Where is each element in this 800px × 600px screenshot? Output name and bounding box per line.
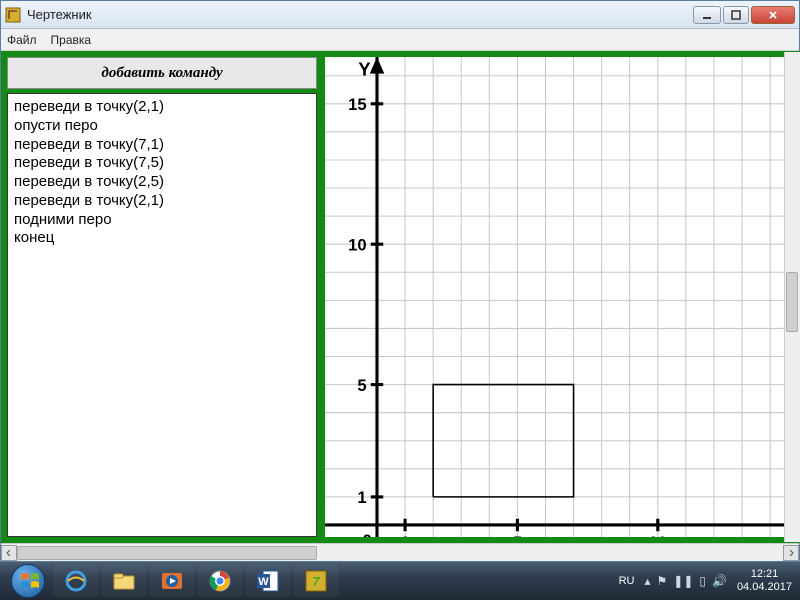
clock[interactable]: 12:21 04.04.2017 (737, 568, 792, 593)
svg-text:W: W (258, 576, 269, 588)
code-listing[interactable]: переведи в точку(2,1)опусти перопереведи… (7, 93, 317, 537)
svg-text:0: 0 (362, 531, 371, 537)
network-icon[interactable]: ❚❚ (673, 574, 693, 588)
titlebar[interactable]: Чертежник (1, 1, 799, 29)
close-button[interactable] (751, 6, 795, 24)
content-area: добавить команду переведи в точку(2,1)оп… (1, 51, 799, 543)
drawing-canvas[interactable]: Y1510151510150 (325, 57, 793, 537)
code-line: переведи в точку(7,1) (14, 136, 310, 155)
app-icon (5, 7, 21, 23)
scroll-track[interactable] (17, 545, 783, 561)
code-line: переведи в точку(7,5) (14, 154, 310, 173)
vertical-scrollbar[interactable] (784, 52, 800, 542)
taskbar-word-icon[interactable]: W (245, 565, 291, 597)
svg-text:1: 1 (400, 533, 409, 537)
taskbar-ie-icon[interactable] (53, 565, 99, 597)
code-line: переведи в точку(2,1) (14, 192, 310, 211)
start-button[interactable] (4, 563, 52, 599)
code-line: конец (14, 229, 310, 248)
tray-icons: ▴ ⚑ ❚❚ ▯ 🔊 (644, 574, 726, 588)
language-indicator[interactable]: RU (619, 575, 635, 587)
taskbar-explorer-icon[interactable] (101, 565, 147, 597)
add-command-button[interactable]: добавить команду (7, 57, 317, 89)
scroll-thumb[interactable] (17, 546, 317, 560)
taskbar-mediaplayer-icon[interactable] (149, 565, 195, 597)
svg-text:7: 7 (312, 574, 320, 589)
volume-icon[interactable]: 🔊 (712, 574, 727, 588)
clock-date: 04.04.2017 (737, 581, 792, 594)
code-line: переведи в точку(2,5) (14, 173, 310, 192)
scroll-right-arrow[interactable] (783, 545, 799, 561)
system-tray[interactable]: RU ▴ ⚑ ❚❚ ▯ 🔊 12:21 04.04.2017 (619, 568, 796, 593)
window-title: Чертежник (27, 7, 693, 22)
svg-text:10: 10 (348, 235, 367, 254)
svg-text:5: 5 (513, 533, 522, 537)
svg-text:5: 5 (357, 376, 366, 395)
tray-up-icon[interactable]: ▴ (644, 574, 650, 588)
svg-text:Y: Y (358, 59, 371, 80)
flag-icon[interactable]: ⚑ (657, 574, 668, 588)
menu-file[interactable]: Файл (7, 33, 37, 47)
svg-text:1: 1 (357, 488, 366, 507)
svg-text:15: 15 (348, 95, 367, 114)
vscroll-thumb[interactable] (786, 272, 798, 332)
code-line: опусти перо (14, 117, 310, 136)
app-window: Чертежник Файл Правка добавить команду п… (0, 0, 800, 562)
code-line: переведи в точку(2,1) (14, 98, 310, 117)
minimize-button[interactable] (693, 6, 721, 24)
windows-orb-icon (11, 564, 45, 598)
code-line: подними перо (14, 211, 310, 230)
svg-text:10: 10 (649, 533, 668, 537)
taskbar[interactable]: W 7 RU ▴ ⚑ ❚❚ ▯ 🔊 12:21 04.04.2017 (0, 562, 800, 600)
clock-time: 12:21 (737, 568, 792, 581)
menubar: Файл Правка (1, 29, 799, 51)
left-panel: добавить команду переведи в точку(2,1)оп… (7, 57, 317, 537)
window-controls (693, 6, 795, 24)
maximize-button[interactable] (723, 6, 749, 24)
coordinate-grid: Y1510151510150 (325, 57, 793, 537)
taskbar-app-icon[interactable]: 7 (293, 565, 339, 597)
taskbar-chrome-icon[interactable] (197, 565, 243, 597)
battery-icon[interactable]: ▯ (699, 574, 706, 588)
menu-edit[interactable]: Правка (51, 33, 92, 47)
horizontal-scrollbar[interactable] (1, 543, 799, 561)
scroll-left-arrow[interactable] (1, 545, 17, 561)
